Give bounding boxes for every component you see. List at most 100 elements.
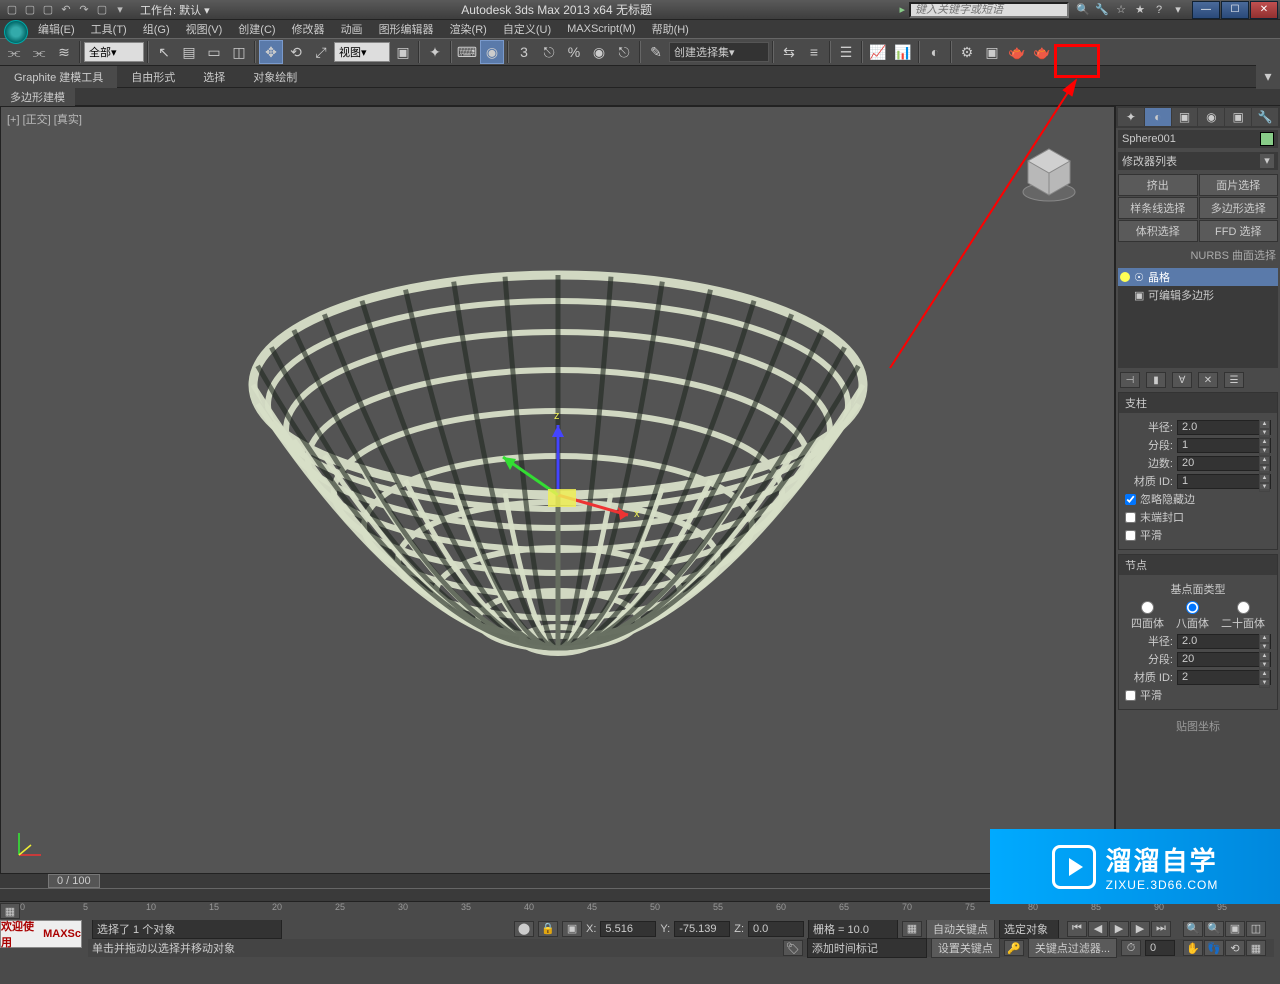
nav-walk-icon[interactable]: 👣 xyxy=(1204,940,1224,956)
search-icon[interactable]: 🔍 xyxy=(1075,2,1091,18)
rendered-frame-icon[interactable]: ▣ xyxy=(980,40,1004,64)
key-icon[interactable]: 🔧 xyxy=(1094,2,1110,18)
ribbon-tab-freeform[interactable]: 自由形式 xyxy=(117,66,189,88)
stack-item-epoly[interactable]: ▣可编辑多边形 xyxy=(1118,286,1278,304)
viewport[interactable]: [+] [正交] [真实] xyxy=(0,106,1115,874)
maximize-button[interactable]: ☐ xyxy=(1221,1,1249,19)
keyboard-shortcut-icon[interactable]: ⌨ xyxy=(455,40,479,64)
editnamedsel-icon[interactable]: ✎ xyxy=(644,40,668,64)
rollout-struts[interactable]: 支柱 xyxy=(1119,393,1277,413)
viewport-label[interactable]: [+] [正交] [真实] xyxy=(7,111,82,127)
stack-item-lattice[interactable]: ☉晶格 xyxy=(1118,268,1278,286)
percent-snap-icon[interactable]: ⎋ xyxy=(537,40,561,64)
menu-help[interactable]: 帮助(H) xyxy=(644,19,697,39)
select-move-icon[interactable]: ✥ xyxy=(259,40,283,64)
edged-snap-icon[interactable]: ⎋ xyxy=(612,40,636,64)
favorite-icon[interactable]: ★ xyxy=(1132,2,1148,18)
strut-endcap-checkbox[interactable] xyxy=(1125,512,1136,523)
menu-rendering[interactable]: 渲染(R) xyxy=(442,19,495,39)
exchange-icon[interactable]: ☆ xyxy=(1113,2,1129,18)
qat-redo-icon[interactable]: ↷ xyxy=(76,2,92,18)
lock-selection-icon[interactable]: ⬤ xyxy=(514,921,534,937)
snaps-toggle-icon[interactable]: ◉ xyxy=(480,40,504,64)
mod-btn-extrude[interactable]: 挤出 xyxy=(1118,174,1198,196)
menu-edit[interactable]: 编辑(E) xyxy=(30,19,83,39)
menu-maxscript[interactable]: MAXScript(M) xyxy=(559,21,643,37)
cmd-tab-hierarchy[interactable]: ▣ xyxy=(1172,108,1198,126)
menu-customize[interactable]: 自定义(U) xyxy=(495,19,559,39)
mod-btn-volsel[interactable]: 体积选择 xyxy=(1118,220,1198,242)
cmd-tab-modify[interactable]: ◐ xyxy=(1145,108,1171,126)
keymode-dropdown[interactable]: 选定对象 xyxy=(999,919,1059,939)
render-production-icon[interactable]: 🫖 xyxy=(1005,40,1029,64)
nav-zoomext-icon[interactable]: ▣ xyxy=(1225,921,1245,937)
time-slider[interactable]: 0 / 100 xyxy=(48,874,100,888)
ribbon-tab-selection[interactable]: 选择 xyxy=(189,66,239,88)
lightbulb-icon[interactable] xyxy=(1120,272,1130,282)
remove-modifier-icon[interactable]: ✕ xyxy=(1198,372,1218,388)
app-menu-icon[interactable] xyxy=(4,20,28,44)
window-crossing-icon[interactable]: ◫ xyxy=(227,40,251,64)
nav-fov-icon[interactable]: ◫ xyxy=(1246,921,1266,937)
minimize-button[interactable]: — xyxy=(1192,1,1220,19)
strut-radius-spinner[interactable]: 2.0▲▼ xyxy=(1177,420,1271,435)
absolute-transform-icon[interactable]: ▣ xyxy=(562,921,582,937)
nav-zoomall-icon[interactable]: 🔍 xyxy=(1204,921,1224,937)
node-radio-icosa[interactable]: 二十面体 xyxy=(1221,601,1265,631)
spinner-snap-icon[interactable]: % xyxy=(562,40,586,64)
select-object-icon[interactable]: ↖ xyxy=(152,40,176,64)
mod-btn-ffdsel[interactable]: FFD 选择 xyxy=(1199,220,1279,242)
setkey-button[interactable]: 设置关键点 xyxy=(931,938,1000,958)
named-selection-sets[interactable]: 创建选择集 ▾ xyxy=(669,42,769,62)
node-matid-spinner[interactable]: 2▲▼ xyxy=(1177,670,1271,685)
render-iterative-icon[interactable]: 🫖 xyxy=(1030,40,1054,64)
edged-faces-icon[interactable]: ◉ xyxy=(587,40,611,64)
nav-zoom-icon[interactable]: 🔍 xyxy=(1183,921,1203,937)
ribbon-tab-graphite[interactable]: Graphite 建模工具 xyxy=(0,66,117,88)
menu-modifiers[interactable]: 修改器 xyxy=(284,19,333,39)
mod-btn-patchsel[interactable]: 面片选择 xyxy=(1199,174,1279,196)
select-manipulate-icon[interactable]: ✦ xyxy=(423,40,447,64)
object-color-swatch[interactable] xyxy=(1260,132,1274,146)
qat-link-icon[interactable]: ▢ xyxy=(94,2,110,18)
qat-dropdown-icon[interactable]: ▾ xyxy=(112,2,128,18)
pin-stack-icon[interactable]: ⊣ xyxy=(1120,372,1140,388)
prev-frame-icon[interactable]: ◀ xyxy=(1088,921,1108,937)
qat-save-icon[interactable]: ▢ xyxy=(40,2,56,18)
ribbon-panel-polymodel[interactable]: 多边形建模 xyxy=(0,87,75,107)
coord-z-field[interactable]: 0.0 xyxy=(748,921,804,937)
menu-tools[interactable]: 工具(T) xyxy=(83,19,135,39)
play-icon[interactable]: ▶ xyxy=(1109,921,1129,937)
node-radius-spinner[interactable]: 2.0▲▼ xyxy=(1177,634,1271,649)
strut-matid-spinner[interactable]: 1▲▼ xyxy=(1177,474,1271,489)
rollout-mapping[interactable]: 贴图坐标 xyxy=(1116,716,1280,736)
schematic-view-icon[interactable]: 📊 xyxy=(891,40,915,64)
menu-grapheditors[interactable]: 图形编辑器 xyxy=(371,19,442,39)
node-smooth-checkbox[interactable] xyxy=(1125,690,1136,701)
isolate-selection-icon[interactable]: 🔒 xyxy=(538,921,558,937)
cmd-tab-motion[interactable]: ◉ xyxy=(1198,108,1224,126)
strut-smooth-checkbox[interactable] xyxy=(1125,530,1136,541)
viewport-object-bowl[interactable]: x z xyxy=(228,230,888,750)
render-setup-icon[interactable]: ⚙ xyxy=(955,40,979,64)
mirror-icon[interactable]: ⇆ xyxy=(777,40,801,64)
mod-btn-nurbs[interactable]: NURBS 曲面选择 xyxy=(1116,244,1280,266)
use-pivot-center-icon[interactable]: ▣ xyxy=(391,40,415,64)
ribbon-expand-icon[interactable]: ▾ xyxy=(1256,65,1280,89)
ribbon-tab-paint[interactable]: 对象绘制 xyxy=(239,66,311,88)
menu-animation[interactable]: 动画 xyxy=(333,19,371,39)
modifier-list-dropdown[interactable]: 修改器列表▾ xyxy=(1118,152,1278,170)
coord-y-field[interactable]: -75.139 xyxy=(674,921,730,937)
time-tag-icon[interactable]: 🏷 xyxy=(783,940,803,956)
cmd-tab-utilities[interactable]: 🔧 xyxy=(1252,108,1278,126)
menu-views[interactable]: 视图(V) xyxy=(178,19,231,39)
select-scale-icon[interactable]: ⤢ xyxy=(309,40,333,64)
menu-create[interactable]: 创建(C) xyxy=(230,19,283,39)
make-unique-icon[interactable]: ∀ xyxy=(1172,372,1192,388)
help-dropdown-icon[interactable]: ▾ xyxy=(1170,2,1186,18)
select-rotate-icon[interactable]: ⟲ xyxy=(284,40,308,64)
time-config-icon[interactable]: ⏱ xyxy=(1121,940,1141,956)
selection-filter[interactable]: 全部 ▾ xyxy=(84,42,144,62)
nav-maximize-icon[interactable]: ▦ xyxy=(1246,940,1266,956)
autokey-button[interactable]: 自动关键点 xyxy=(926,919,995,939)
